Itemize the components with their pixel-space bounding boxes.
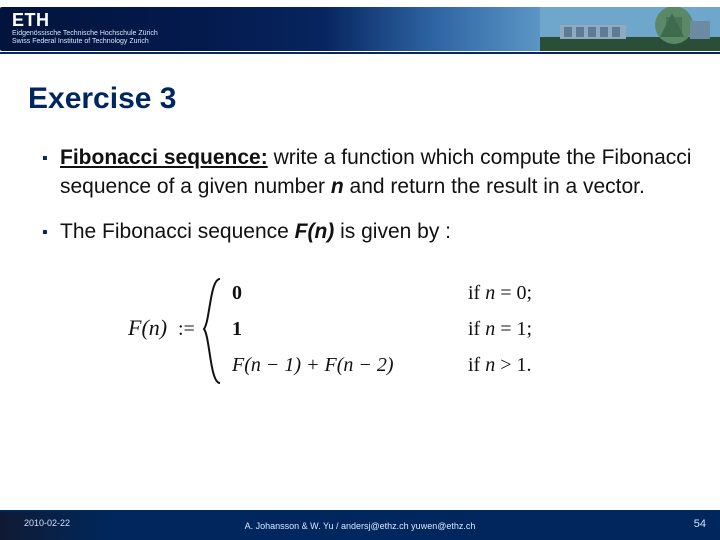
footer-page-number: 54	[694, 518, 706, 530]
bullet-2-part-b: is given by :	[334, 220, 451, 243]
header-photo	[540, 7, 720, 51]
bullet-2-fn: F(n)	[295, 220, 335, 243]
content: ▪ Fibonacci sequence: write a function w…	[42, 144, 692, 391]
bullet-1-n: n	[331, 175, 344, 198]
formula-row3-val: F(n − 1) + F(n − 2)	[231, 354, 394, 376]
formula: F(n) := 0 1 F(n − 1) + F(n − 2) if n = 0…	[128, 271, 692, 391]
logo-subtext-line2: Swiss Federal Institute of Technology Zu…	[12, 38, 158, 46]
bullet-mark-icon: ▪	[42, 144, 60, 202]
logo-text: ETH	[12, 10, 50, 31]
bullet-mark-icon: ▪	[42, 218, 60, 247]
header: ETH Eidgenössische Technische Hochschule…	[0, 0, 720, 56]
formula-lhs: F(n)	[128, 315, 167, 340]
bullet-1-strong: Fibonacci sequence:	[60, 146, 268, 169]
bullet-2-part-a: The Fibonacci sequence	[60, 220, 295, 243]
formula-svg: F(n) := 0 1 F(n − 1) + F(n − 2) if n = 0…	[128, 271, 598, 391]
footer: 2010-02-22 A. Johansson & W. Yu / anders…	[0, 510, 720, 540]
formula-row1-cond: if n = 0;	[468, 282, 532, 304]
bullet-2-text: The Fibonacci sequence F(n) is given by …	[60, 218, 692, 247]
header-separator	[0, 52, 720, 54]
formula-row3-cond: if n > 1.	[468, 354, 532, 376]
logo-subtext: Eidgenössische Technische Hochschule Zür…	[12, 30, 158, 45]
formula-row2-val: 1	[232, 318, 242, 340]
slide-title: Exercise 3	[28, 82, 720, 116]
formula-assign: :=	[178, 318, 195, 340]
footer-date: 2010-02-22	[24, 518, 70, 528]
slide: ETH Eidgenössische Technische Hochschule…	[0, 0, 720, 540]
bullet-1-text: Fibonacci sequence: write a function whi…	[60, 144, 692, 202]
footer-bar: 2010-02-22 A. Johansson & W. Yu / anders…	[0, 511, 720, 540]
brace-icon	[204, 279, 220, 383]
bullet-1-part-b: and return the result in a vector.	[344, 175, 645, 198]
formula-row1-val: 0	[232, 282, 242, 304]
logo-subtext-line1: Eidgenössische Technische Hochschule Zür…	[12, 30, 158, 38]
bullet-2: ▪ The Fibonacci sequence F(n) is given b…	[42, 218, 692, 247]
bullet-1: ▪ Fibonacci sequence: write a function w…	[42, 144, 692, 202]
formula-row2-cond: if n = 1;	[468, 318, 532, 340]
